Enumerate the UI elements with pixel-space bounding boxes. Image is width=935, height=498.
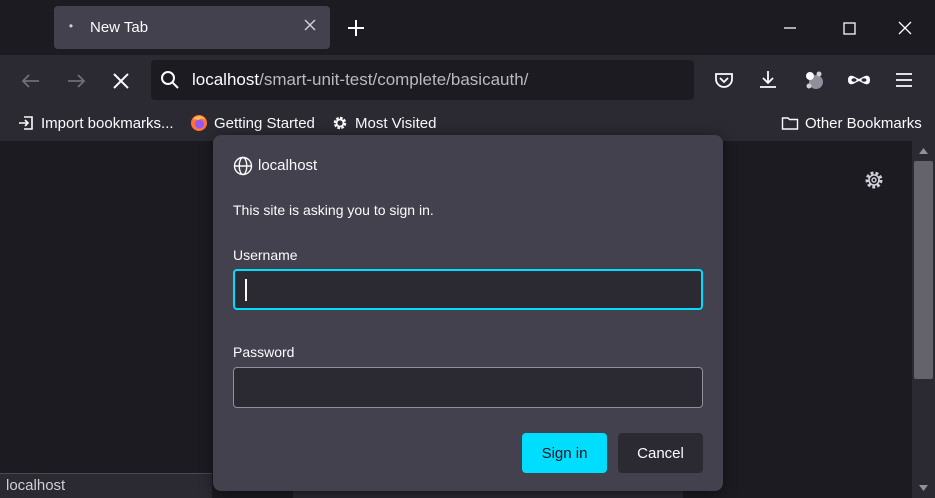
url-path: /smart-unit-test/complete/basicauth/ [259, 70, 529, 89]
url-bar[interactable]: localhost/smart-unit-test/complete/basic… [151, 60, 694, 100]
url-host: localhost [192, 70, 260, 89]
import-icon [19, 116, 33, 130]
scroll-down-icon[interactable] [912, 478, 935, 498]
title-bar: • New Tab [0, 0, 935, 55]
extension-molecule-icon[interactable] [801, 67, 827, 93]
tab-loading-icon: • [68, 19, 74, 33]
bookmark-label: Most Visited [355, 114, 437, 132]
stop-loading-icon[interactable] [107, 67, 135, 95]
cancel-button[interactable]: Cancel [618, 433, 703, 473]
scrollbar-thumb[interactable] [914, 161, 933, 379]
new-tab-icon[interactable] [343, 15, 369, 41]
scroll-up-icon[interactable] [912, 141, 935, 161]
sign-in-button[interactable]: Sign in [522, 433, 607, 473]
navigation-toolbar: localhost/smart-unit-test/complete/basic… [0, 55, 935, 105]
maximize-icon[interactable] [836, 15, 862, 41]
tab-new-tab[interactable]: • New Tab [54, 6, 330, 49]
firefox-logo-icon [191, 115, 207, 131]
password-label: Password [233, 344, 295, 360]
pocket-icon[interactable] [711, 67, 737, 93]
dialog-host: localhost [258, 157, 318, 174]
minimize-icon[interactable] [777, 15, 803, 41]
page-settings-gear-icon[interactable] [862, 168, 886, 192]
tab-title: New Tab [90, 19, 149, 36]
bookmark-label: Getting Started [214, 114, 315, 132]
gear-icon [333, 116, 347, 130]
close-tab-icon[interactable] [302, 17, 318, 33]
bookmark-label: Import bookmarks... [41, 114, 174, 132]
bookmark-most-visited[interactable]: Most Visited [331, 113, 436, 133]
hamburger-menu-icon[interactable] [891, 67, 917, 93]
back-arrow-icon[interactable] [17, 67, 45, 95]
close-window-icon[interactable] [892, 15, 918, 41]
username-field[interactable] [233, 269, 703, 310]
sign-in-dialog: localhost This site is asking you to sig… [213, 135, 723, 491]
bookmark-other-bookmarks[interactable]: Other Bookmarks [781, 113, 922, 133]
dialog-message: This site is asking you to sign in. [233, 202, 434, 218]
password-field[interactable] [233, 367, 703, 408]
status-bar: localhost [0, 473, 212, 498]
bookmark-getting-started[interactable]: Getting Started [190, 113, 315, 133]
globe-icon [233, 156, 253, 176]
downloads-icon[interactable] [755, 67, 781, 93]
text-caret [245, 279, 247, 301]
bookmark-import[interactable]: Import bookmarks... [17, 113, 174, 133]
url-text[interactable]: localhost/smart-unit-test/complete/basic… [192, 70, 528, 90]
username-label: Username [233, 247, 298, 263]
bookmark-label: Other Bookmarks [805, 114, 922, 132]
private-browsing-mask-icon[interactable] [846, 67, 872, 93]
forward-arrow-icon[interactable] [62, 67, 90, 95]
search-icon [161, 71, 179, 89]
folder-icon [781, 117, 799, 130]
